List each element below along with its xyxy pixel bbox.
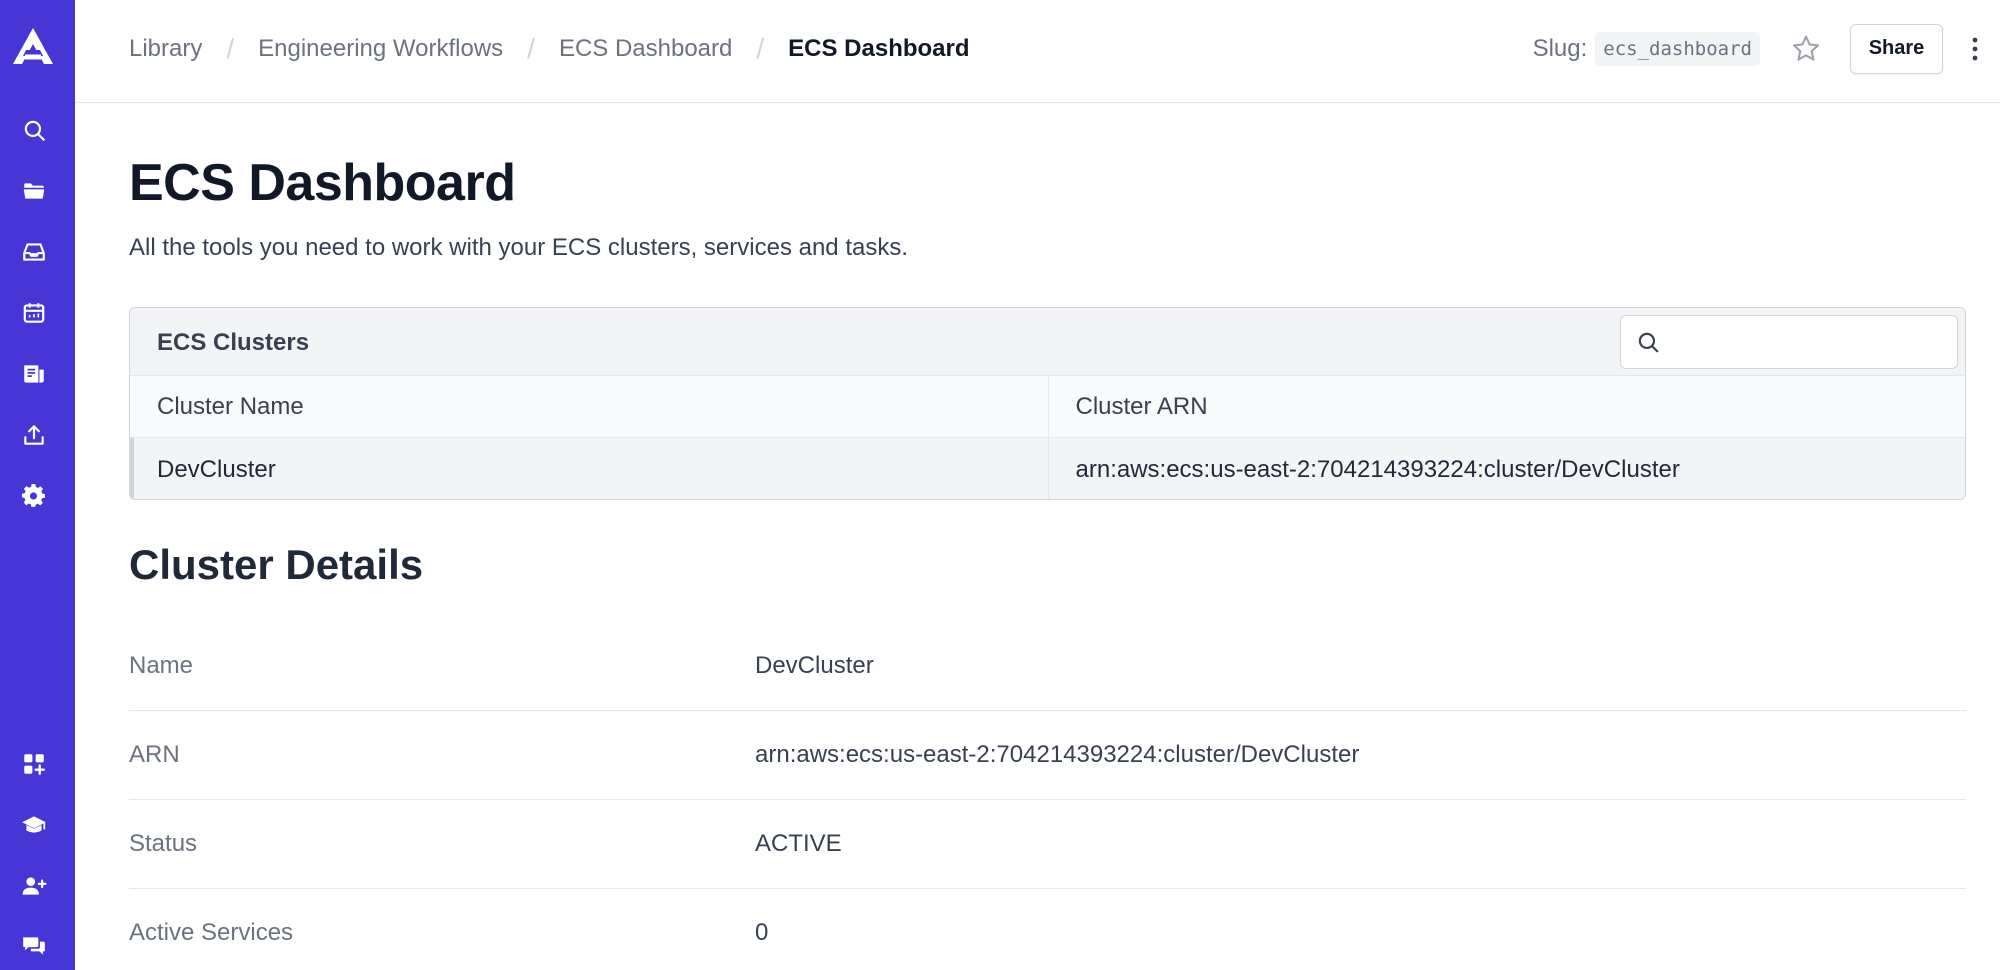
column-header-cluster-arn[interactable]: Cluster ARN [1047, 376, 1966, 437]
table-column-headers: Cluster Name Cluster ARN [130, 376, 1965, 438]
detail-row-status: Status ACTIVE [129, 800, 1966, 889]
table-header: ECS Clusters [130, 308, 1965, 376]
detail-value: arn:aws:ecs:us-east-2:704214393224:clust… [755, 741, 1360, 768]
share-button[interactable]: Share [1850, 23, 1943, 74]
sidebar-item-learn[interactable] [17, 808, 51, 842]
breadcrumb-library[interactable]: Library [129, 35, 202, 63]
cell-cluster-name: DevCluster [157, 455, 276, 483]
table-row[interactable]: DevCluster arn:aws:ecs:us-east-2:7042143… [130, 438, 1966, 499]
table-search-input[interactable] [1669, 330, 1939, 354]
upload-icon [24, 425, 44, 445]
sidebar-item-settings[interactable] [17, 479, 51, 513]
more-options-icon[interactable] [1967, 32, 1983, 66]
top-bar: Library / Engineering Workflows / ECS Da… [75, 0, 2000, 103]
breadcrumb-engineering-workflows[interactable]: Engineering Workflows [258, 35, 503, 63]
apps-plus-icon [24, 754, 45, 775]
cell-cluster-arn: arn:aws:ecs:us-east-2:704214393224:clust… [1047, 438, 1966, 499]
cluster-details-list: Name DevCluster ARN arn:aws:ecs:us-east-… [129, 622, 1966, 970]
slug-label: Slug: [1532, 34, 1588, 62]
search-icon [1638, 332, 1659, 353]
detail-row-active-services: Active Services 0 [129, 889, 1966, 970]
ecs-clusters-table: ECS Clusters Cluster Name Cluster ARN De… [129, 307, 1966, 500]
sidebar-item-inbox[interactable] [17, 235, 51, 269]
page-description: All the tools you need to work with your… [129, 234, 909, 261]
sidebar-item-apps[interactable] [17, 747, 51, 781]
sidebar-item-upload[interactable] [17, 418, 51, 452]
table-title: ECS Clusters [157, 329, 310, 356]
sidebar-item-folders[interactable] [17, 174, 51, 208]
breadcrumb-separator: / [226, 32, 235, 64]
detail-value: ACTIVE [755, 830, 842, 857]
star-icon[interactable] [1790, 33, 1822, 65]
graduation-icon [22, 816, 46, 833]
breadcrumb-current-page: ECS Dashboard [788, 34, 970, 62]
add-user-icon [22, 877, 47, 895]
page-title: ECS Dashboard [129, 154, 516, 212]
slug-value: ecs_dashboard [1595, 31, 1760, 66]
sidebar-item-search[interactable] [17, 113, 51, 147]
detail-row-arn: ARN arn:aws:ecs:us-east-2:704214393224:c… [129, 711, 1966, 800]
calendar-icon [23, 303, 45, 323]
chat-icon [23, 937, 45, 955]
document-icon [24, 365, 44, 383]
cluster-details-title: Cluster Details [129, 541, 424, 588]
sidebar-item-calendar[interactable] [17, 296, 51, 330]
sidebar [0, 0, 75, 970]
sidebar-item-invite[interactable] [17, 869, 51, 903]
breadcrumb-separator: / [756, 32, 765, 64]
inbox-icon [23, 243, 45, 261]
table-search[interactable] [1620, 315, 1958, 369]
search-icon [24, 120, 45, 141]
detail-value: 0 [755, 919, 769, 946]
detail-value: DevCluster [755, 652, 874, 679]
detail-label: Status [129, 830, 198, 857]
detail-label: Name [129, 652, 194, 679]
folder-icon [23, 183, 45, 199]
column-header-cluster-name[interactable]: Cluster Name [130, 376, 1048, 437]
sidebar-item-feedback[interactable] [17, 929, 51, 963]
breadcrumb-ecs-dashboard[interactable]: ECS Dashboard [559, 35, 732, 63]
detail-row-name: Name DevCluster [129, 622, 1966, 711]
detail-label: ARN [129, 741, 180, 768]
gear-icon [22, 483, 45, 507]
breadcrumb-separator: / [527, 32, 535, 64]
app-logo[interactable] [11, 26, 55, 66]
sidebar-item-documents[interactable] [17, 357, 51, 391]
detail-label: Active Services [129, 919, 294, 946]
breadcrumb: Library / Engineering Workflows / ECS Da… [129, 0, 970, 97]
